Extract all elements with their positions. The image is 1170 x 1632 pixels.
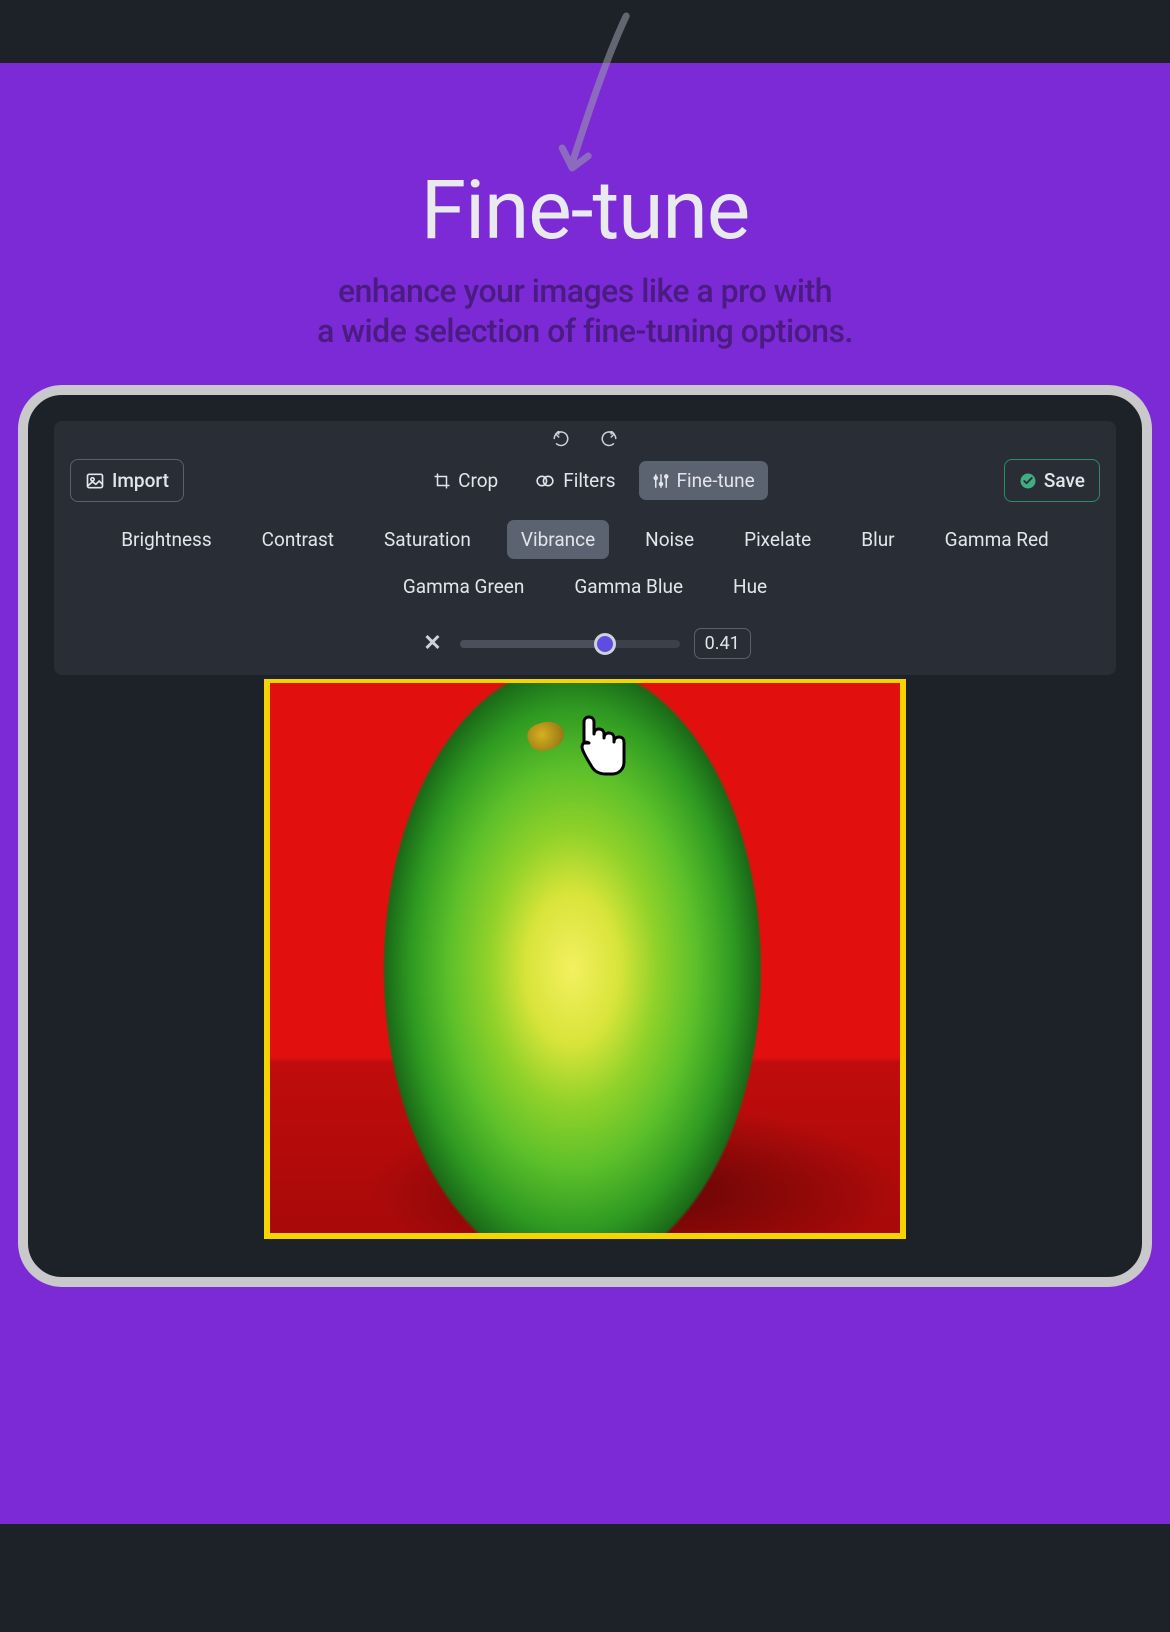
app-top-bar — [0, 0, 1170, 63]
adjust-blur[interactable]: Blur — [847, 520, 908, 559]
adjustment-tabs: Brightness Contrast Saturation Vibrance Nois… — [70, 520, 1100, 606]
adjust-pixelate[interactable]: Pixelate — [730, 520, 825, 559]
undo-icon[interactable] — [552, 431, 570, 449]
adjust-brightness[interactable]: Brightness — [107, 520, 225, 559]
device-frame: Import Crop — [18, 385, 1152, 1287]
check-circle-icon — [1019, 472, 1037, 490]
hero-section: Fine-tune enhance your images like a pro… — [0, 63, 1170, 1578]
adjust-noise[interactable]: Noise — [631, 520, 708, 559]
tab-filters[interactable]: Filters — [521, 461, 628, 500]
crop-icon — [433, 472, 451, 490]
import-label: Import — [112, 469, 169, 492]
slider-fill — [460, 640, 605, 648]
canvas-area — [54, 679, 1116, 1239]
adjust-contrast[interactable]: Contrast — [248, 520, 348, 559]
hero-title: Fine-tune — [0, 163, 1170, 259]
main-toolbar-row: Import Crop — [70, 459, 1100, 502]
sliders-icon — [652, 472, 670, 490]
bottom-bar — [0, 1524, 1170, 1578]
redo-icon[interactable] — [600, 431, 618, 449]
adjust-vibrance[interactable]: Vibrance — [507, 520, 609, 559]
import-button[interactable]: Import — [70, 459, 184, 502]
image-icon — [85, 471, 105, 491]
hand-cursor-icon — [569, 709, 629, 777]
reset-slider-icon[interactable]: ✕ — [419, 631, 445, 656]
adjust-saturation[interactable]: Saturation — [370, 520, 485, 559]
slider-track[interactable] — [460, 640, 680, 648]
editor-toolbar-panel: Import Crop — [54, 421, 1116, 675]
save-label: Save — [1044, 469, 1085, 492]
slider-thumb[interactable] — [594, 633, 616, 655]
undo-redo-row — [70, 431, 1100, 449]
tab-finetune[interactable]: Fine-tune — [639, 461, 768, 500]
adjust-gamma-green[interactable]: Gamma Green — [389, 567, 539, 606]
adjust-gamma-blue[interactable]: Gamma Blue — [560, 567, 697, 606]
save-button[interactable]: Save — [1004, 459, 1100, 502]
mode-tabs: Crop Filters — [420, 461, 768, 500]
hero-subtitle: enhance your images like a pro with a wi… — [0, 271, 1170, 351]
filters-icon — [534, 472, 556, 490]
slider-value[interactable]: 0.41 — [694, 628, 751, 659]
adjust-hue[interactable]: Hue — [719, 567, 781, 606]
adjust-gamma-red[interactable]: Gamma Red — [931, 520, 1063, 559]
slider-row: ✕ 0.41 — [70, 628, 1100, 659]
tab-crop[interactable]: Crop — [420, 461, 511, 500]
